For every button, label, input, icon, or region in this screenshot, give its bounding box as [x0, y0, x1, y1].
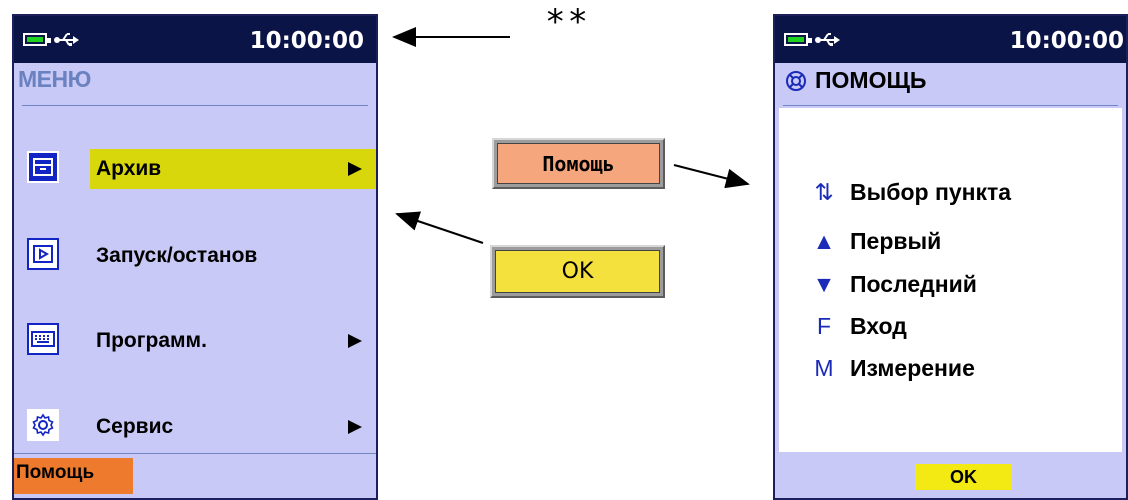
- help-row-enter: F Вход: [810, 313, 907, 340]
- status-bar: 10:00:00: [775, 16, 1126, 63]
- help-row-label: Первый: [850, 228, 942, 254]
- help-to-screen-arrow: [673, 164, 750, 189]
- f-key-icon: F: [816, 313, 832, 339]
- help-row-label: Вход: [850, 313, 907, 339]
- help-row-measure: M Измерение: [810, 355, 975, 382]
- help-row-label: Последний: [850, 271, 977, 297]
- help-row-label: Выбор пункта: [850, 179, 1012, 205]
- m-key-icon: M: [814, 355, 834, 381]
- lifebuoy-icon: [786, 70, 806, 91]
- help-row-select: ⇅ Выбор пункта: [810, 179, 1011, 206]
- page-title-row: ПОМОЩЬ: [785, 67, 926, 94]
- title-divider: [783, 105, 1118, 106]
- help-row-first: ▲ Первый: [810, 228, 942, 255]
- help-row-label: Измерение: [850, 355, 975, 381]
- help-screen: 10:00:00 ПОМОЩЬ ⇅ Выбор пункта ▲ Первый …: [773, 14, 1128, 500]
- triangle-up-icon: ▲: [812, 228, 836, 254]
- triangle-down-icon: ▼: [812, 271, 836, 297]
- battery-icon: [784, 33, 812, 46]
- up-down-arrows-icon: ⇅: [814, 179, 834, 205]
- clock: 10:00:00: [1009, 28, 1124, 54]
- usb-icon: [815, 33, 840, 46]
- page-title: ПОМОЩЬ: [815, 67, 927, 93]
- help-row-last: ▼ Последний: [810, 271, 977, 298]
- ok-to-menu-arrow: [395, 211, 484, 244]
- ok-softkey[interactable]: OK: [915, 464, 1012, 490]
